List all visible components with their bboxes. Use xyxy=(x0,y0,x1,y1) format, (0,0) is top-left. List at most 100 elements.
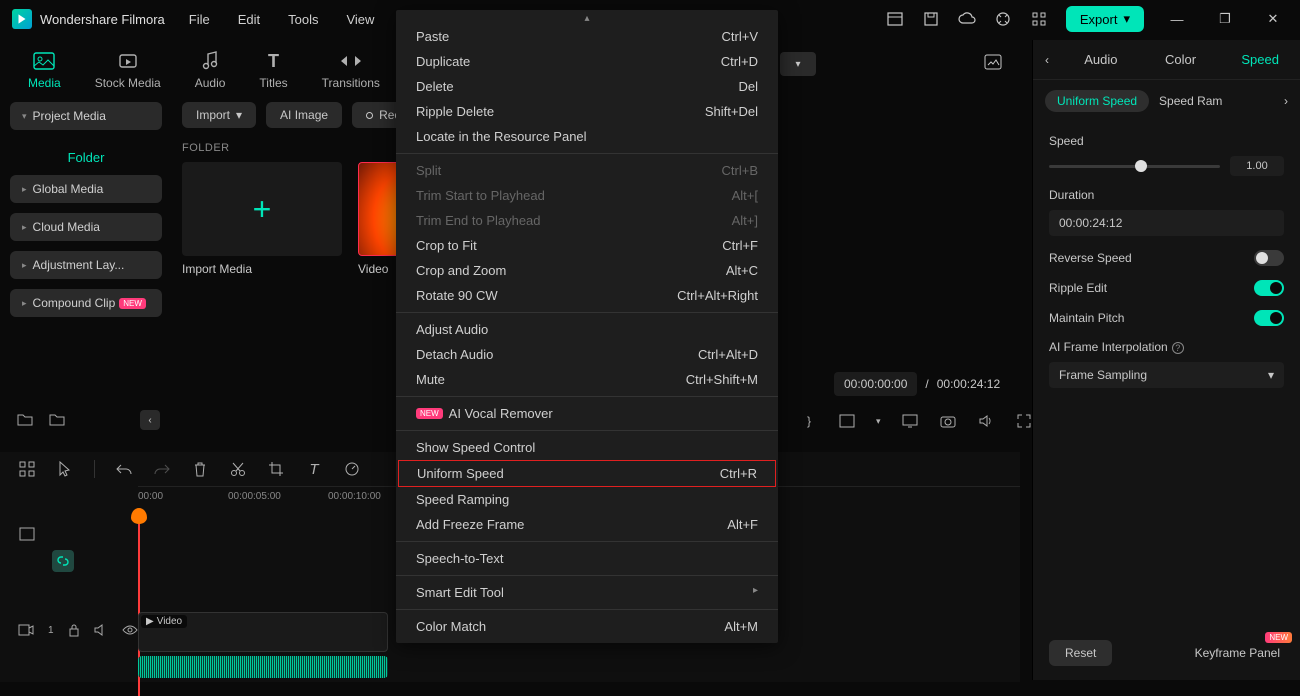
apps-icon[interactable] xyxy=(1030,10,1048,28)
context-menu-item[interactable]: Crop to FitCtrl+F xyxy=(396,233,778,258)
chevron-down-icon: ▾ xyxy=(236,108,242,122)
tab-media[interactable]: Media xyxy=(20,46,69,94)
folder-label[interactable]: Folder xyxy=(10,140,162,175)
text-icon[interactable]: T xyxy=(305,460,323,478)
video-track-icon[interactable] xyxy=(18,621,34,639)
context-menu-item[interactable]: Adjust Audio xyxy=(396,317,778,342)
global-media-item[interactable]: ▸Global Media xyxy=(10,175,162,203)
tab-transitions[interactable]: Transitions xyxy=(314,46,388,94)
menu-file[interactable]: File xyxy=(189,12,210,27)
project-media-item[interactable]: ▾Project Media xyxy=(10,102,162,130)
context-menu-item[interactable]: Crop and ZoomAlt+C xyxy=(396,258,778,283)
context-menu-item[interactable]: Ripple DeleteShift+Del xyxy=(396,99,778,124)
context-menu-item[interactable]: DeleteDel xyxy=(396,74,778,99)
ratio-icon[interactable] xyxy=(838,412,856,430)
context-menu-shortcut: Shift+Del xyxy=(705,104,758,119)
context-menu-item[interactable]: DuplicateCtrl+D xyxy=(396,49,778,74)
volume-icon[interactable] xyxy=(977,412,995,430)
tab-titles[interactable]: T Titles xyxy=(251,46,295,94)
import-button[interactable]: Import▾ xyxy=(182,102,256,128)
minimize-button[interactable]: — xyxy=(1162,12,1192,27)
context-menu-item[interactable]: Rotate 90 CWCtrl+Alt+Right xyxy=(396,283,778,308)
context-menu-item[interactable]: Detach AudioCtrl+Alt+D xyxy=(396,342,778,367)
context-menu-item[interactable]: Locate in the Resource Panel xyxy=(396,124,778,149)
ai-image-button[interactable]: AI Image xyxy=(266,102,342,128)
split-icon[interactable] xyxy=(229,460,247,478)
context-menu-item[interactable]: Speed Ramping xyxy=(396,487,778,512)
context-menu-item[interactable]: Smart Edit Tool▸ xyxy=(396,580,778,605)
grid-icon[interactable] xyxy=(18,460,36,478)
maximize-button[interactable]: ❐ xyxy=(1210,11,1240,27)
chevron-right-icon: ▸ xyxy=(753,585,758,600)
tab-stock-media[interactable]: Stock Media xyxy=(87,46,169,94)
layout-icon[interactable] xyxy=(886,10,904,28)
folder-icon[interactable] xyxy=(48,410,66,428)
close-button[interactable]: ✕ xyxy=(1258,11,1288,27)
preview-ratio-dropdown[interactable]: ▾ xyxy=(780,52,816,76)
match-icon[interactable] xyxy=(18,525,36,543)
context-menu-item[interactable]: PasteCtrl+V xyxy=(396,24,778,49)
subtab-uniform-speed[interactable]: Uniform Speed xyxy=(1045,90,1149,112)
chevron-down-icon[interactable]: ▾ xyxy=(876,416,881,427)
total-time: 00:00:24:12 xyxy=(937,377,1000,391)
menu-view[interactable]: View xyxy=(346,12,374,27)
duration-value[interactable]: 00:00:24:12 xyxy=(1049,210,1284,236)
reverse-speed-toggle[interactable] xyxy=(1254,250,1284,266)
help-icon[interactable]: ? xyxy=(1172,342,1184,354)
audio-clip[interactable] xyxy=(138,656,388,678)
display-icon[interactable] xyxy=(901,412,919,430)
collapse-sidebar-button[interactable]: ‹ xyxy=(140,410,160,430)
speed-value[interactable]: 1.00 xyxy=(1230,156,1284,176)
tab-audio[interactable]: Audio xyxy=(187,46,234,94)
ripple-edit-toggle[interactable] xyxy=(1254,280,1284,296)
mute-icon[interactable] xyxy=(94,621,108,639)
speed-icon[interactable] xyxy=(343,460,361,478)
compound-clip-item[interactable]: ▸Compound ClipNEW xyxy=(10,289,162,317)
cloud-media-item[interactable]: ▸Cloud Media xyxy=(10,213,162,241)
camera-icon[interactable] xyxy=(939,412,957,430)
save-icon[interactable] xyxy=(922,10,940,28)
speed-slider[interactable] xyxy=(1049,165,1220,168)
redo-icon[interactable] xyxy=(153,460,171,478)
cloud-icon[interactable] xyxy=(958,10,976,28)
link-icon[interactable] xyxy=(52,550,74,572)
undo-icon[interactable] xyxy=(115,460,133,478)
context-menu-item[interactable]: Show Speed Control xyxy=(396,435,778,460)
context-menu-item[interactable]: Add Freeze FrameAlt+F xyxy=(396,512,778,537)
menu-edit[interactable]: Edit xyxy=(238,12,260,27)
subtab-speed-ramping[interactable]: Speed Ram xyxy=(1159,94,1222,108)
ai-interp-select[interactable]: Frame Sampling▾ xyxy=(1049,362,1284,388)
cursor-icon[interactable] xyxy=(56,460,74,478)
support-icon[interactable] xyxy=(994,10,1012,28)
keyframe-panel-button[interactable]: NEW Keyframe Panel xyxy=(1191,642,1284,664)
chevron-right-icon[interactable]: › xyxy=(1284,94,1288,108)
inspector-back-button[interactable]: ‹ xyxy=(1033,53,1061,67)
snapshot-icon[interactable] xyxy=(984,54,1002,70)
context-menu-item[interactable]: Speech-to-Text xyxy=(396,546,778,571)
inspector-tab-speed[interactable]: Speed xyxy=(1220,52,1300,67)
fullscreen-icon[interactable] xyxy=(1015,412,1033,430)
context-menu-item[interactable]: Color MatchAlt+M xyxy=(396,614,778,639)
crop-icon[interactable] xyxy=(267,460,285,478)
import-media-thumb[interactable]: + Import Media xyxy=(182,162,342,276)
export-button[interactable]: Export ▾ xyxy=(1066,6,1144,32)
visibility-icon[interactable] xyxy=(122,621,138,639)
menu-tools[interactable]: Tools xyxy=(288,12,318,27)
current-time[interactable]: 00:00:00:00 xyxy=(834,372,917,396)
inspector-tab-audio[interactable]: Audio xyxy=(1061,52,1141,67)
new-folder-icon[interactable] xyxy=(16,410,34,428)
context-menu-item[interactable]: MuteCtrl+Shift+M xyxy=(396,367,778,392)
context-menu-item: Trim Start to PlayheadAlt+[ xyxy=(396,183,778,208)
adjustment-layer-item[interactable]: ▸Adjustment Lay... xyxy=(10,251,162,279)
context-menu-item[interactable]: NEWAI Vocal Remover xyxy=(396,401,778,426)
maintain-pitch-toggle[interactable] xyxy=(1254,310,1284,326)
chevron-down-icon: ▾ xyxy=(1123,11,1130,27)
lock-icon[interactable] xyxy=(68,621,80,639)
video-clip[interactable]: ▶Video xyxy=(138,612,388,652)
marker-icon[interactable]: } xyxy=(800,412,818,430)
reset-button[interactable]: Reset xyxy=(1049,640,1112,666)
inspector-tab-color[interactable]: Color xyxy=(1141,52,1221,67)
context-menu-item[interactable]: Uniform SpeedCtrl+R xyxy=(398,460,776,487)
scroll-up-icon[interactable]: ▴ xyxy=(396,14,778,24)
delete-icon[interactable] xyxy=(191,460,209,478)
